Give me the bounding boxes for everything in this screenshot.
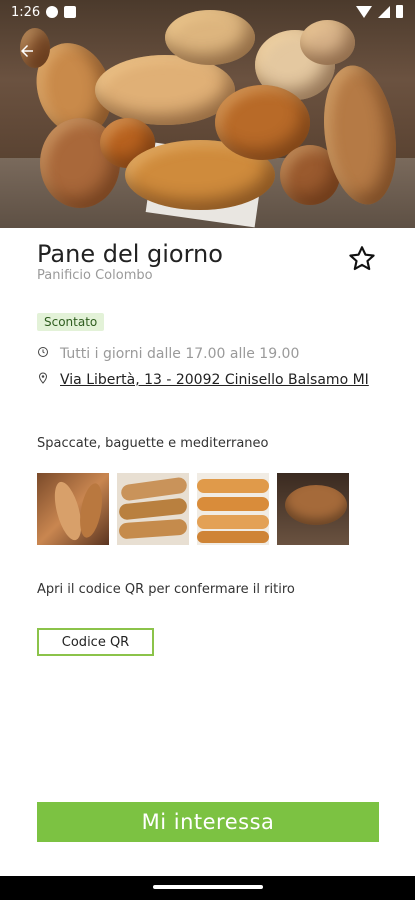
notification-icon xyxy=(46,6,58,18)
pickup-hint: Apri il codice QR per confermare il riti… xyxy=(37,582,295,597)
pickup-hours: Tutti i giorni dalle 17.00 alle 19.00 xyxy=(60,346,300,362)
status-time: 1:26 xyxy=(11,5,41,20)
gallery-photo[interactable] xyxy=(37,473,109,545)
favorite-button[interactable] xyxy=(346,243,378,275)
discount-badge: Scontato xyxy=(37,313,105,331)
star-outline-icon xyxy=(349,246,375,271)
photo-gallery xyxy=(37,473,349,545)
arrow-back-icon xyxy=(21,45,33,57)
home-gesture-handle[interactable] xyxy=(153,885,263,889)
bread-loaf xyxy=(95,55,235,125)
product-title: Pane del giorno xyxy=(37,240,223,268)
gallery-photo[interactable] xyxy=(277,473,349,545)
location-pin-icon xyxy=(37,371,51,391)
product-description: Spaccate, baguette e mediterraneo xyxy=(37,436,269,451)
bread-loaf xyxy=(300,20,355,65)
address-row[interactable]: Via Libertà, 13 - 20092 Cinisello Balsam… xyxy=(37,371,387,391)
battery-icon xyxy=(396,5,403,18)
shop-address-link[interactable]: Via Libertà, 13 - 20092 Cinisello Balsam… xyxy=(60,371,369,390)
navigation-bar xyxy=(0,876,415,900)
clock-icon xyxy=(37,346,51,361)
notification-icon xyxy=(64,6,76,18)
wifi-icon xyxy=(356,5,372,18)
gallery-photo[interactable] xyxy=(197,473,269,545)
qr-code-button[interactable]: Codice QR xyxy=(37,628,154,656)
hero-image xyxy=(0,0,415,228)
back-button[interactable] xyxy=(18,42,40,64)
shop-name: Panificio Colombo xyxy=(37,268,153,283)
signal-icon xyxy=(378,5,390,18)
status-bar: 1:26 xyxy=(0,0,415,26)
hours-row: Tutti i giorni dalle 17.00 alle 19.00 xyxy=(37,346,299,362)
interested-button[interactable]: Mi interessa xyxy=(37,802,379,842)
gallery-photo[interactable] xyxy=(117,473,189,545)
